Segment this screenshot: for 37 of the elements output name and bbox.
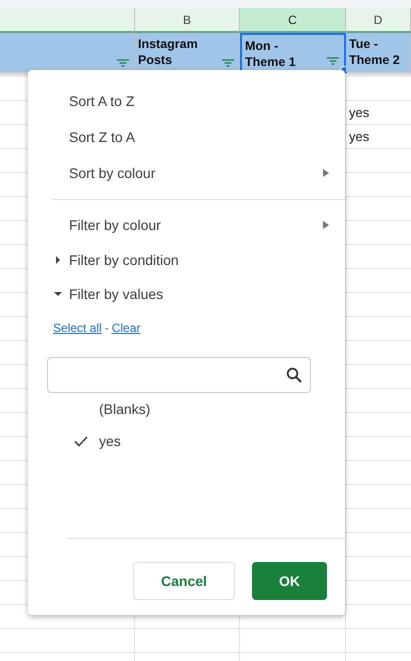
menu-item[interactable]: Filter by colour [28, 207, 345, 243]
menu-item-label: Filter by colour [69, 217, 161, 233]
column-header[interactable]: B [135, 8, 240, 33]
caret-icon [54, 290, 62, 298]
caret-icon [54, 256, 62, 264]
column-header[interactable] [0, 8, 135, 33]
header-text: Instagram Posts [138, 36, 196, 68]
cell-text: yes [349, 129, 370, 144]
filter-icon[interactable] [117, 59, 129, 67]
menu-section[interactable]: Filter by values [28, 277, 345, 311]
value-option[interactable]: (Blanks) [28, 393, 345, 425]
menu-item-label: Sort by colour [69, 165, 156, 181]
menu-section-label: Filter by condition [69, 252, 179, 268]
menu-item[interactable]: Sort A to Z [28, 83, 345, 119]
cancel-button[interactable]: Cancel [133, 562, 235, 600]
menu-item[interactable]: Sort by colour [28, 155, 345, 191]
link-separator: - [104, 321, 109, 335]
select-all-link[interactable]: Select all [53, 321, 102, 335]
header-text: Mon - Theme 1 [245, 38, 297, 70]
menu-section[interactable]: Filter by condition [28, 243, 345, 277]
submenu-arrow-icon [323, 221, 329, 229]
menu-item[interactable]: Sort Z to A [28, 119, 345, 155]
value-label: yes [99, 433, 121, 449]
value-label: (Blanks) [99, 401, 150, 417]
column-header[interactable]: C [240, 8, 346, 33]
search-field[interactable] [47, 357, 311, 393]
filter-icon[interactable] [327, 57, 339, 65]
ok-button[interactable]: OK [252, 562, 327, 600]
clear-link[interactable]: Clear [112, 321, 140, 335]
menu-section-label: Filter by values [69, 286, 164, 302]
header-text: Tue - Theme 2 [349, 36, 401, 68]
cell-text: yes [349, 105, 370, 120]
search-icon [286, 367, 302, 383]
filter-icon[interactable] [222, 59, 234, 67]
submenu-arrow-icon [323, 169, 329, 177]
column-header[interactable]: D [346, 8, 411, 33]
value-option[interactable]: yes [28, 425, 345, 457]
